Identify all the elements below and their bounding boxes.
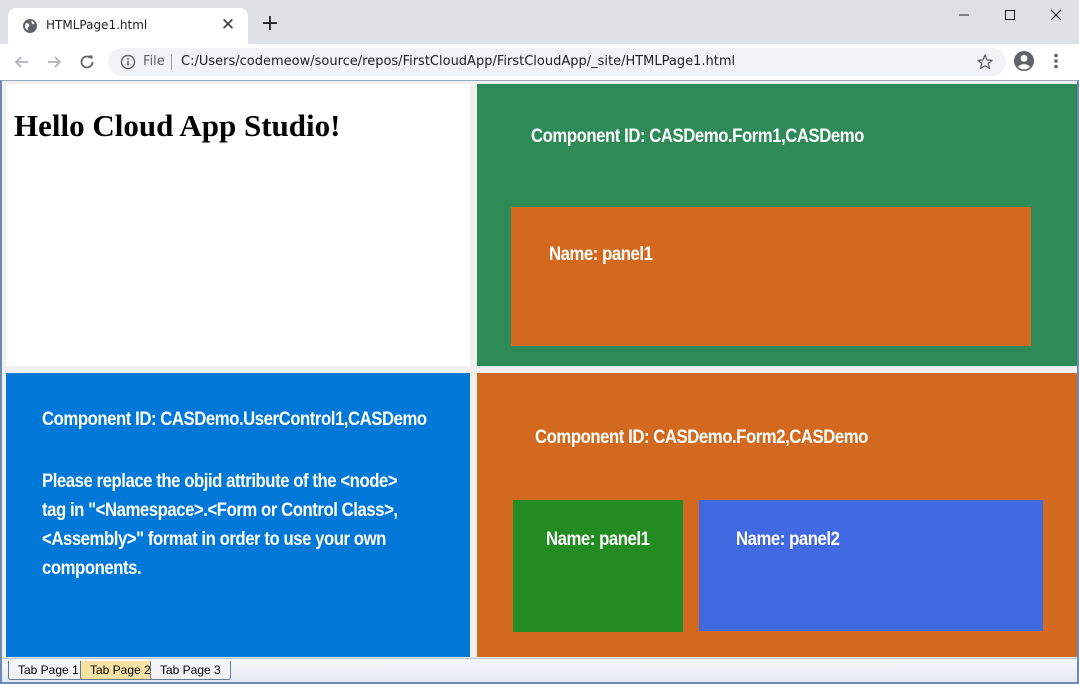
address-bar[interactable]: File C:/Users/codemeow/source/repos/Firs… <box>108 48 1006 76</box>
arrow-right-icon <box>48 56 62 68</box>
plus-icon[interactable]: + <box>258 13 282 37</box>
tab-page-2[interactable]: Tab Page 2 <box>80 661 161 680</box>
page-viewport: Hello Cloud App Studio! Component ID: CA… <box>0 80 1079 684</box>
usercontrol1-message: Please replace the objid attribute of th… <box>42 471 398 579</box>
maximize-button[interactable] <box>987 0 1033 30</box>
browser-tabstrip: HTMLPage1.html ✕ + <box>0 0 1079 44</box>
form2-panel2-label: Name: panel2 <box>736 529 840 550</box>
browser-toolbar: File C:/Users/codemeow/source/repos/Firs… <box>0 44 1079 80</box>
form1-component-label: Component ID: CASDemo.Form1,CASDemo <box>531 126 864 147</box>
back-button[interactable] <box>10 50 34 74</box>
minimize-button[interactable] <box>941 0 987 30</box>
window-close-icon <box>1050 9 1062 21</box>
tab-page-3[interactable]: Tab Page 3 <box>150 661 231 680</box>
page-title: Hello Cloud App Studio! <box>14 108 341 143</box>
maximize-icon <box>1005 10 1015 20</box>
info-icon[interactable] <box>120 54 136 70</box>
tab-page-1[interactable]: Tab Page 1 <box>8 661 89 680</box>
form2-panel1-label: Name: panel1 <box>546 529 650 550</box>
form2-component-label: Component ID: CASDemo.Form2,CASDemo <box>535 427 868 448</box>
reload-button[interactable] <box>75 50 99 74</box>
form1-panel1-label: Name: panel1 <box>549 244 653 265</box>
form2-component: Component ID: CASDemo.Form2,CASDemo Name… <box>477 373 1077 657</box>
arrow-left-icon <box>14 56 28 68</box>
forward-button[interactable] <box>42 50 66 74</box>
form1-component: Component ID: CASDemo.Form1,CASDemo Name… <box>477 84 1077 366</box>
form1-panel1: Name: panel1 <box>511 207 1031 346</box>
page-tab-strip: Tab Page 1 Tab Page 2 Tab Page 3 <box>2 658 1077 682</box>
hello-panel: Hello Cloud App Studio! <box>6 84 470 366</box>
form2-panel2: Name: panel2 <box>699 500 1043 631</box>
star-icon[interactable] <box>976 53 994 71</box>
browser-tab[interactable]: HTMLPage1.html ✕ <box>8 8 248 44</box>
scheme-label: File <box>143 54 165 69</box>
window-close-button[interactable] <box>1033 0 1079 30</box>
reload-icon <box>80 55 94 69</box>
usercontrol1-component: Component ID: CASDemo.UserControl1,CASDe… <box>6 373 470 657</box>
more-vertical-icon[interactable] <box>1046 51 1066 71</box>
minimize-icon <box>959 14 969 16</box>
globe-icon <box>23 19 37 33</box>
url-text[interactable]: C:/Users/codemeow/source/repos/FirstClou… <box>181 54 735 69</box>
account-icon[interactable] <box>1013 50 1035 72</box>
omnibox-divider <box>171 54 172 70</box>
usercontrol1-component-label: Component ID: CASDemo.UserControl1,CASDe… <box>42 409 427 430</box>
close-icon[interactable]: ✕ <box>218 15 238 35</box>
form2-panel1: Name: panel1 <box>513 500 683 632</box>
tab-title: HTMLPage1.html <box>46 18 148 32</box>
